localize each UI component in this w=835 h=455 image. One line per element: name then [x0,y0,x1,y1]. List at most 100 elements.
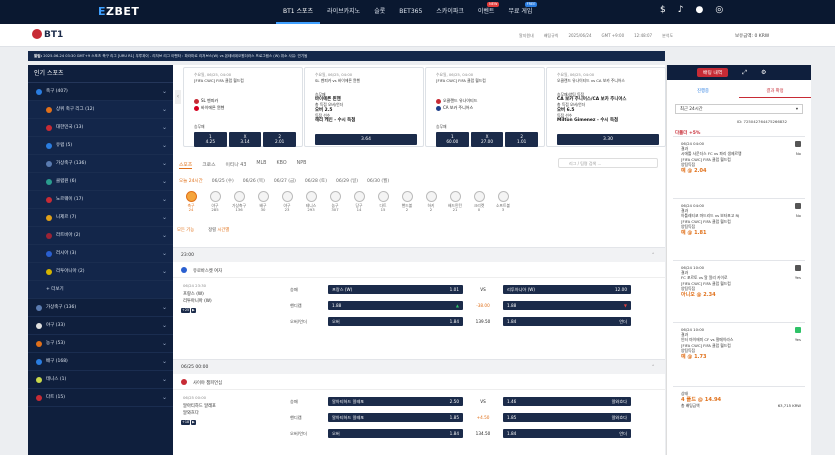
odds-button[interactable]: 1.84 언더 [503,429,631,438]
builder-odds-button[interactable]: 3.64 [315,134,417,145]
sidebar-item[interactable]: 가상축구 (136) ⌄ [28,299,173,317]
odds-button[interactable]: 알아티하드 알레포 1.85 [328,413,463,422]
sport-filter[interactable]: 야구 23 [275,191,299,213]
odds-button[interactable]: 1 4.25 [194,132,227,147]
date-tab[interactable]: 06/25 (수) [212,178,234,184]
featured-match-card[interactable]: 수요일, 06/25, 04:00 [FIFA CWC] FIFA 클럽 월드컵 오… [425,67,545,147]
menu-item[interactable]: BET365 [392,0,429,24]
date-tab[interactable]: 06/29 (일) [336,178,358,184]
menu-item[interactable]: 슬롯 [367,0,392,24]
odds-button[interactable]: 1.85 알와흐다 [503,413,631,422]
sport-tab[interactable]: 스포츠 [179,161,193,169]
sidebar-item[interactable]: 테니스 (1) ⌄ [28,371,173,389]
odds-button[interactable]: 오버 1.84 [328,317,463,326]
sport-filter[interactable]: 하키 2 [419,191,443,213]
sport-tab[interactable]: 크로스 [202,161,215,169]
sub-link[interactable]: 배팅규칙 [544,33,559,39]
menu-item[interactable]: 스카이파크 [429,0,471,24]
sport-filter[interactable]: 야구 285 [203,191,227,213]
odds-button[interactable]: 알아티하드 알레포 2.50 [328,397,463,406]
sidebar-item[interactable]: 대한민국 (13) ⌄ [28,119,173,137]
sub-link[interactable]: 알지원내 [519,33,534,39]
date-tab[interactable]: 06/30 (월) [367,178,389,184]
odds-button[interactable]: 1 60.00 [436,132,469,147]
featured-match-card[interactable]: 수요일, 06/25, 04:00 오클랜드 유나이티드 vs CA 보카 주니어… [546,67,666,147]
sport-tab[interactable]: NPB [297,161,307,169]
live-tv-icon[interactable]: ▶ [191,308,196,313]
settings-gear-icon[interactable]: ⚙ [761,69,766,76]
date-tab[interactable]: 06/26 (목) [243,178,265,184]
deposit-icon[interactable]: $ [660,5,666,15]
sidebar-item[interactable]: 러시아 (3) ⌄ [28,245,173,263]
menu-item[interactable]: 무료 게임 FREE [501,0,539,24]
sidebar-item[interactable]: 니제르 (7) ⌄ [28,209,173,227]
search-input[interactable]: 리그 / 팀명 검색 ... [558,158,658,168]
league-header[interactable]: 유로바스켓 여자 [173,265,665,278]
user-avatar-icon[interactable]: ● [695,5,703,15]
expand-icon[interactable]: ⤢ [742,69,747,77]
bt1-brand[interactable]: BT1 [32,29,63,40]
sport-filter[interactable]: 소프트볼 3 [491,191,515,213]
odds-button[interactable]: 프랑스 (W) 1.01 [328,285,463,294]
time-section-header[interactable]: 06/25 00:00 ⌃ [173,359,665,374]
bet-slip-tab[interactable]: 결과 확정 [739,86,811,98]
sidebar-item[interactable]: 축구 (407) ⌄ [28,83,173,101]
bet-history-tab[interactable]: 배팅 내역 [697,68,729,77]
support-headset-icon[interactable]: ◎ [715,5,723,15]
date-tab[interactable]: 오늘 24시간 [179,178,203,184]
sidebar-item[interactable]: 야구 (33) ⌄ [28,317,173,335]
odds-button[interactable]: 오버 1.84 [328,429,463,438]
ezbet-logo[interactable]: EZBET [98,5,139,18]
sort-value[interactable]: 시간별 [217,228,229,233]
odds-button[interactable]: 리투아니아 (W) 12.00 [503,285,631,294]
sidebar-item[interactable]: 농구 (53) ⌄ [28,335,173,353]
builder-odds-button[interactable]: 3.30 [557,134,659,145]
sport-filter[interactable]: 테니스 293 [299,191,323,213]
odds-button[interactable]: 1.84 언더 [503,317,631,326]
sport-filter[interactable]: 당구 14 [347,191,371,213]
copy-icon[interactable] [795,265,801,271]
sport-tab[interactable]: 이티나 43 [226,161,247,169]
sidebar-item[interactable]: 다트 (15) ⌄ [28,389,173,407]
copy-icon[interactable] [795,327,801,333]
sidebar-item[interactable]: 배구 (168) ⌄ [28,353,173,371]
sport-filter[interactable]: 크리켓 0 [467,191,491,213]
menu-item[interactable]: BT1 스포츠 [276,0,321,24]
bet-slip-tab[interactable]: 진행중 [667,86,739,98]
sidebar-item[interactable]: 라트비아 (2) ⌄ [28,227,173,245]
sidebar-item[interactable]: 노르웨이 (17) ⌄ [28,191,173,209]
featured-match-card[interactable]: 수요일, 06/25, 04:00 SL 벤피카 vs 바이에른 뮌헨 승무패 바이에… [304,67,424,147]
odds-button[interactable]: 1.88 ▼ [503,301,631,310]
odds-button[interactable]: 1.88 ▲ [328,301,463,310]
time-section-header[interactable]: 23:00 ⌃ [173,247,665,262]
sport-filter[interactable]: 축구 24 [179,191,203,213]
odds-button[interactable]: X 3.14 [228,132,262,147]
sidebar-item[interactable]: 유럽 (5) ⌄ [28,137,173,155]
menu-item[interactable]: 라이브카지노 [320,0,367,24]
odds-button[interactable]: X 27.00 [470,132,504,147]
copy-icon[interactable] [795,203,801,209]
carousel-prev-button[interactable]: ‹ [175,90,181,104]
notification-bell-icon[interactable]: ♪ [678,5,684,15]
sidebar-item[interactable]: 상위 축구 리그 (12) ⌄ [28,101,173,119]
menu-item[interactable]: 이벤트 NEW [471,0,502,24]
sport-filter[interactable]: 핸드볼 2 [395,191,419,213]
all-features-filter[interactable]: 모든 기능 [177,227,194,233]
copy-icon[interactable] [795,141,801,147]
sidebar-item[interactable]: 클럽원 (6) ⌄ [28,173,173,191]
sport-tab[interactable]: KBO [276,161,286,169]
live-tv-icon[interactable]: ▶ [191,420,196,425]
date-tab[interactable]: 06/28 (토) [305,178,327,184]
sidebar-item[interactable]: + 더보기 [28,281,173,299]
odds-button[interactable]: 2 1.01 [505,132,539,147]
odds-button[interactable]: 1.46 알와흐다 [503,397,631,406]
sport-tab[interactable]: MLB [256,161,266,169]
sidebar-item[interactable]: 가상축구 (136) ⌄ [28,155,173,173]
league-header[interactable]: 사이야 챔피언십 [173,377,665,390]
more-markets-badge[interactable]: +18 [181,420,191,425]
date-tab[interactable]: 06/27 (금) [274,178,296,184]
sport-filter[interactable]: 가상축구 136 [227,191,251,213]
featured-match-card[interactable]: 수요일, 06/25, 04:00 [FIFA CWC] FIFA 클럽 월드컵 S… [183,67,303,147]
odds-button[interactable]: 2 2.01 [263,132,297,147]
sidebar-item[interactable]: 리투아니아 (2) ⌄ [28,263,173,281]
